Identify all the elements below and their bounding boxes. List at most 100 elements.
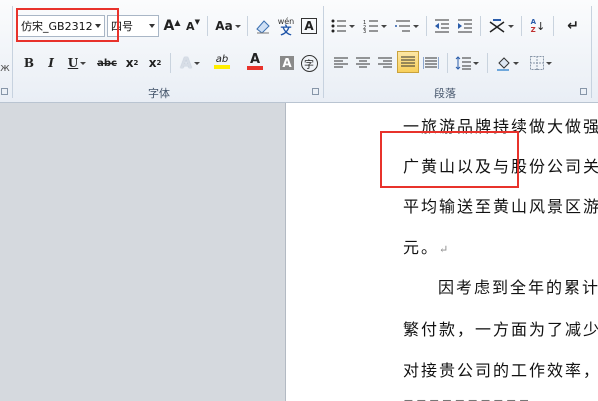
paragraph-mark-icon: ↵ bbox=[567, 18, 579, 34]
highlight-swatch bbox=[214, 64, 230, 69]
numbering-button[interactable]: 123 bbox=[361, 15, 389, 37]
eraser-icon bbox=[256, 20, 270, 34]
numbered-list-icon: 123 bbox=[363, 20, 378, 33]
underline-label: U bbox=[67, 56, 79, 70]
chevron-down-icon bbox=[413, 24, 419, 28]
doc-line: 因考虑到全年的累计 bbox=[438, 278, 598, 297]
annotation-box-text bbox=[380, 131, 519, 188]
italic-button[interactable]: I bbox=[40, 52, 62, 74]
down-arrow-icon: ↓ bbox=[536, 19, 546, 33]
increase-indent-button[interactable] bbox=[454, 15, 476, 37]
justify-icon bbox=[401, 56, 415, 67]
char-shading-button[interactable]: A bbox=[276, 52, 298, 74]
chevron-down-icon[interactable] bbox=[149, 24, 155, 28]
align-left-button[interactable] bbox=[330, 52, 352, 74]
group-divider bbox=[591, 6, 592, 98]
shading-button[interactable] bbox=[492, 52, 522, 74]
chevron-down-icon bbox=[193, 61, 200, 65]
text-effect-button[interactable]: A bbox=[175, 52, 205, 74]
increase-indent-icon bbox=[458, 19, 472, 33]
multilevel-list-button[interactable] bbox=[393, 15, 421, 37]
show-marks-button[interactable]: ↵ bbox=[562, 15, 584, 37]
chevron-down-icon bbox=[546, 61, 552, 65]
document-page[interactable]: 一旅游品牌持续做大做强 广黄山以及与股份公司关 平均输送至黄山风景区游 元。↵ … bbox=[285, 103, 598, 401]
paragraph-launcher-icon[interactable] bbox=[580, 88, 587, 95]
line-spacing-button[interactable] bbox=[452, 52, 482, 74]
clear-format-button[interactable] bbox=[252, 15, 274, 37]
bullets-button[interactable] bbox=[329, 15, 357, 37]
group-divider bbox=[12, 6, 13, 98]
ribbon: ж 仿宋_GB2312 四号 A ▲ A ▼ Aa wén 文 A B I U ab… bbox=[0, 0, 598, 103]
font-color-label: A bbox=[249, 51, 261, 67]
chevron-down-icon bbox=[508, 24, 514, 28]
sort-button[interactable]: A Z ↓ bbox=[527, 15, 549, 37]
up-arrow-icon: ▲ bbox=[174, 17, 181, 27]
svg-text:3: 3 bbox=[363, 29, 366, 33]
distributed-icon bbox=[423, 57, 439, 69]
chinese-layout-button[interactable] bbox=[486, 15, 516, 37]
subscript-mark: 2 bbox=[133, 59, 139, 67]
subscript-button[interactable]: x2 bbox=[121, 52, 143, 74]
subscript-label: x bbox=[125, 56, 134, 70]
chevron-down-icon bbox=[473, 61, 479, 65]
separator bbox=[447, 53, 448, 73]
separator bbox=[426, 16, 427, 36]
multilevel-list-icon bbox=[395, 20, 410, 32]
char-border-button[interactable]: A bbox=[298, 15, 320, 37]
bold-button[interactable]: B bbox=[18, 52, 40, 74]
decrease-indent-button[interactable] bbox=[431, 15, 453, 37]
char-shading-label: A bbox=[280, 56, 294, 70]
distributed-button[interactable] bbox=[420, 52, 442, 74]
phonetic-char-icon: 文 bbox=[280, 24, 292, 37]
shrink-font-button[interactable]: A ▼ bbox=[182, 15, 204, 37]
font-color-button[interactable]: A bbox=[240, 50, 270, 72]
chevron-down-icon bbox=[513, 61, 519, 65]
grow-font-button[interactable]: A ▲ bbox=[161, 15, 183, 37]
highlight-color-button[interactable]: ab bbox=[207, 50, 237, 72]
paragraph-group-label: 段落 bbox=[434, 87, 456, 100]
annotation-box-font bbox=[16, 8, 119, 42]
borders-button[interactable] bbox=[526, 52, 556, 74]
chevron-down-icon bbox=[80, 61, 87, 65]
justify-button[interactable] bbox=[397, 51, 419, 73]
paragraph-mark: ↵ bbox=[439, 243, 451, 256]
group-divider bbox=[323, 6, 324, 98]
enclose-char-label: 字 bbox=[300, 54, 318, 72]
font-color-swatch bbox=[247, 65, 263, 70]
underline-button[interactable]: U bbox=[62, 52, 92, 74]
separator bbox=[480, 16, 481, 36]
chevron-down-icon bbox=[381, 24, 387, 28]
bullet-list-icon bbox=[331, 19, 346, 33]
align-right-icon bbox=[378, 57, 392, 68]
clipboard-launcher-icon[interactable] bbox=[1, 88, 8, 95]
phonetic-guide-button[interactable]: wén 文 bbox=[275, 15, 297, 37]
align-center-icon bbox=[356, 57, 370, 68]
align-right-button[interactable] bbox=[374, 52, 396, 74]
separator bbox=[553, 16, 554, 36]
separator bbox=[487, 53, 488, 73]
line-spacing-icon bbox=[455, 56, 471, 70]
change-case-button[interactable]: Aa bbox=[213, 15, 243, 37]
align-center-button[interactable] bbox=[352, 52, 374, 74]
grow-font-label: A bbox=[163, 18, 175, 34]
doc-line-partial: ▪▪▪▪▪▪▪▪▪▪ bbox=[403, 393, 531, 401]
font-group-label: 字体 bbox=[148, 87, 170, 100]
align-left-icon bbox=[334, 57, 348, 68]
separator bbox=[247, 16, 248, 36]
separator bbox=[521, 16, 522, 36]
strikethrough-button[interactable]: abc bbox=[96, 52, 118, 74]
highlight-label: ab bbox=[215, 53, 229, 65]
enclose-char-button[interactable]: 字 bbox=[298, 52, 320, 74]
chevron-down-icon bbox=[234, 24, 241, 28]
paint-bucket-icon bbox=[497, 57, 510, 71]
decrease-indent-icon bbox=[435, 19, 449, 33]
font-launcher-icon[interactable] bbox=[312, 88, 319, 95]
clipboard-edge-icon[interactable]: ж bbox=[0, 58, 10, 76]
superscript-label: x bbox=[148, 56, 157, 70]
superscript-button[interactable]: x2 bbox=[144, 52, 166, 74]
doc-line: 繁付款，一方面为了减少 bbox=[403, 320, 598, 339]
superscript-mark: 2 bbox=[156, 59, 162, 67]
char-border-icon: A bbox=[301, 18, 317, 34]
text-effect-label: A bbox=[180, 54, 192, 72]
border-grid-icon bbox=[530, 56, 544, 70]
